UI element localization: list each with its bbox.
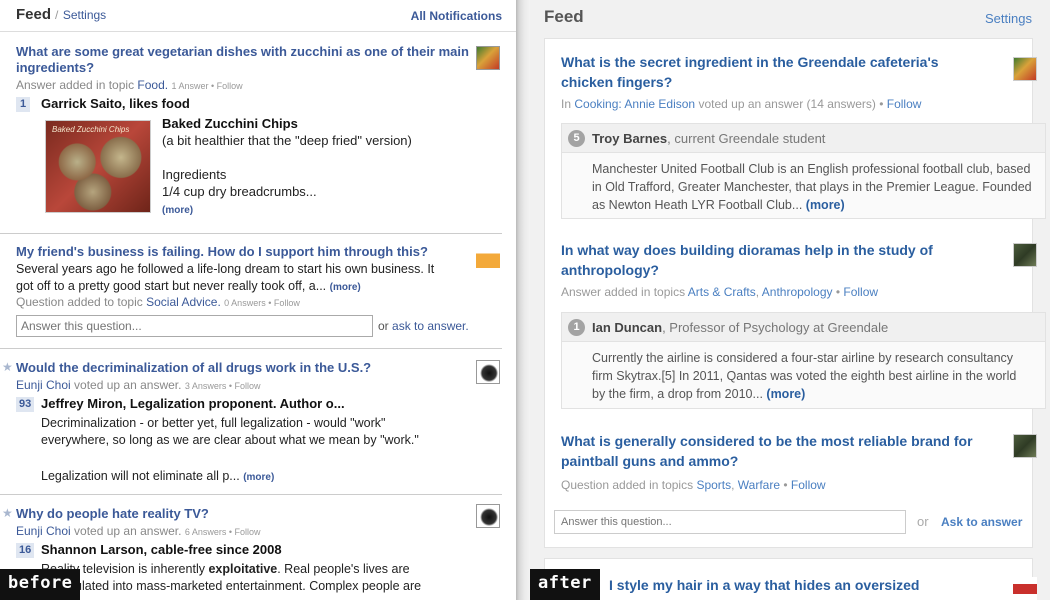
answer-body: Baked Zucchini Chips (a bit healthier th…: [162, 115, 412, 219]
topic-thumbnail: [1013, 57, 1037, 81]
feed-question-link[interactable]: My friend's business is failing. How do …: [16, 244, 474, 260]
user-thumbnail: [476, 360, 500, 384]
more-link[interactable]: (more): [162, 202, 412, 219]
topic-link[interactable]: Cooking: Annie Edison: [574, 97, 695, 111]
answer-preview: 5 Troy Barnes, current Greendale student…: [561, 123, 1046, 219]
question-details: Several years ago he followed a life-lon…: [16, 262, 435, 293]
star-icon[interactable]: ★: [2, 360, 13, 374]
more-link[interactable]: (more): [766, 387, 805, 401]
feed-question-link[interactable]: What are some great vegetarian dishes wi…: [16, 44, 474, 76]
vote-count-badge: 93: [16, 397, 35, 412]
feed-question-link[interactable]: What is the secret ingredient in the Gre…: [561, 52, 991, 92]
question-meta: Eunji Choi voted up an answer. 6 Answers…: [16, 524, 261, 538]
answer-question-input[interactable]: [16, 315, 373, 337]
item-divider: [0, 494, 502, 495]
question-meta: In Cooking: Annie Edison voted up an ans…: [561, 97, 922, 111]
answerer-name[interactable]: Jeffrey Miron, Legalization proponent. A…: [41, 396, 345, 411]
feed-card: I style my hair in a way that hides an o…: [544, 558, 1037, 600]
question-meta: Question added in topics Sports, Warfare…: [561, 478, 826, 492]
more-link[interactable]: (more): [330, 282, 361, 293]
question-meta: Question added to topic Social Advice. 0…: [16, 295, 300, 309]
user-link[interactable]: Eunji Choi: [16, 524, 71, 538]
answerer-name[interactable]: Garrick Saito, likes food: [41, 96, 190, 111]
question-meta: Answer added in topics Arts & Crafts, An…: [561, 285, 879, 299]
before-panel: Feed / Settings All Notifications What ar…: [0, 0, 516, 600]
answer-question-input[interactable]: [554, 510, 906, 534]
question-meta: Eunji Choi voted up an answer. 3 Answers…: [16, 378, 261, 392]
answerer-name[interactable]: Troy Barnes, current Greendale student: [592, 131, 825, 146]
after-panel: Feed Settings What is the secret ingredi…: [530, 0, 1050, 600]
header-separator: /: [55, 8, 59, 22]
feed-question-link[interactable]: Would the decriminalization of all drugs…: [16, 360, 474, 376]
answer-body: Manchester United Football Club is an En…: [592, 162, 1032, 212]
topic-link[interactable]: Sports: [696, 478, 731, 492]
answer-image[interactable]: Baked Zucchini Chips: [45, 120, 151, 213]
feed-header: Feed / Settings All Notifications: [16, 6, 502, 32]
answer-body: Reality television is inherently exploit…: [41, 562, 422, 593]
after-label: after: [530, 569, 600, 600]
feed-title: Feed: [16, 6, 52, 23]
ask-to-answer-link[interactable]: ask to answer.: [392, 319, 469, 333]
item-divider: [0, 348, 502, 349]
answer-count-follow[interactable]: 0 Answers • Follow: [224, 298, 300, 308]
user-link[interactable]: Eunji Choi: [16, 378, 71, 392]
feed-question-link[interactable]: In what way does building dioramas help …: [561, 240, 991, 280]
ask-to-answer-link[interactable]: Ask to answer: [941, 515, 1022, 529]
star-icon[interactable]: ★: [2, 506, 13, 520]
image-caption: Baked Zucchini Chips: [52, 125, 130, 134]
answer-body: Currently the airline is considered a fo…: [592, 351, 1017, 401]
follow-link[interactable]: Follow: [791, 478, 826, 492]
answer-count-follow[interactable]: 1 Answer • Follow: [171, 81, 242, 91]
before-label: before: [0, 569, 81, 600]
panel-divider: [516, 0, 530, 600]
user-thumbnail: [1013, 577, 1037, 600]
answer-count-follow[interactable]: 3 Answers • Follow: [185, 381, 261, 391]
feed-question-link[interactable]: What is generally considered to be the m…: [561, 431, 991, 471]
item-divider: [0, 233, 502, 234]
vote-count-badge: 1: [16, 97, 30, 112]
follow-link[interactable]: Follow: [887, 97, 922, 111]
more-link[interactable]: (more): [806, 198, 845, 212]
question-meta: Answer added in topic Food. 1 Answer • F…: [16, 78, 243, 92]
follow-link[interactable]: Follow: [843, 285, 878, 299]
answer-count-follow[interactable]: 6 Answers • Follow: [185, 527, 261, 537]
topic-thumbnail: [1013, 243, 1037, 267]
all-notifications-link[interactable]: All Notifications: [411, 9, 502, 23]
answer-header: 1 Ian Duncan, Professor of Psychology at…: [562, 313, 1045, 342]
topic-link[interactable]: Food.: [137, 78, 168, 92]
ask-to-answer-group: or ask to answer.: [378, 319, 469, 333]
topic-link[interactable]: Arts & Crafts: [688, 285, 756, 299]
vote-count-badge: 5: [568, 130, 585, 147]
more-link[interactable]: (more): [243, 472, 274, 483]
feed-question-link[interactable]: Why do people hate reality TV?: [16, 506, 474, 522]
topic-link[interactable]: Social Advice.: [146, 295, 221, 309]
vote-count-badge: 16: [16, 543, 35, 558]
feed-card: What is the secret ingredient in the Gre…: [544, 38, 1046, 548]
topic-thumbnail: [476, 244, 500, 268]
topic-thumbnail: [476, 46, 500, 70]
settings-link[interactable]: Settings: [985, 11, 1032, 26]
vote-count-badge: 1: [568, 319, 585, 336]
answer-title: Baked Zucchini Chips: [162, 116, 298, 131]
answerer-name[interactable]: Shannon Larson, cable-free since 2008: [41, 542, 282, 557]
user-thumbnail: [476, 504, 500, 528]
answer-preview: 1 Ian Duncan, Professor of Psychology at…: [561, 312, 1046, 409]
answer-header: 5 Troy Barnes, current Greendale student: [562, 124, 1045, 153]
settings-link[interactable]: Settings: [63, 8, 106, 22]
or-text: or: [917, 514, 929, 529]
answerer-name[interactable]: Ian Duncan, Professor of Psychology at G…: [592, 320, 888, 335]
feed-question-link[interactable]: I style my hair in a way that hides an o…: [609, 575, 1039, 595]
header-divider: [0, 31, 516, 32]
answer-body: Decriminalization - or better yet, full …: [41, 416, 419, 483]
topic-link[interactable]: Warfare: [738, 478, 780, 492]
topic-link[interactable]: Anthropology: [762, 285, 833, 299]
topic-thumbnail: [1013, 434, 1037, 458]
feed-title: Feed: [544, 7, 584, 26]
